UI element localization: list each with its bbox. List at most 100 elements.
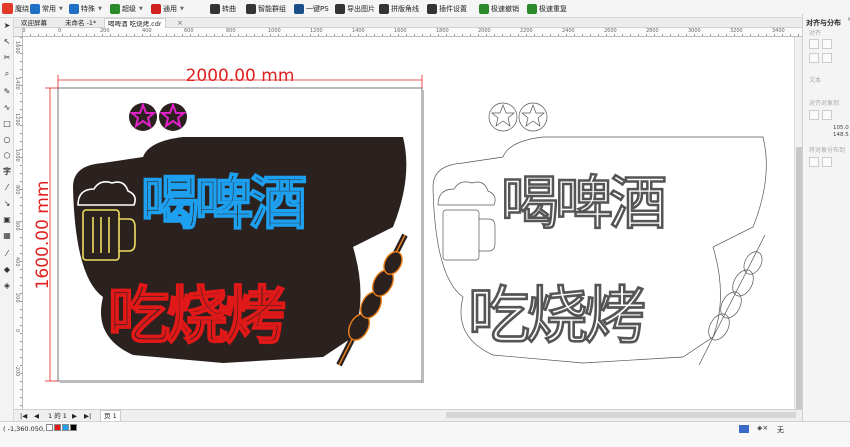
dropdown-arrow-icon[interactable]: ▼ xyxy=(139,6,143,12)
align-y-value[interactable]: 148.5 xyxy=(833,132,849,138)
align-to-edge-icon[interactable] xyxy=(822,110,832,120)
swatch-none[interactable] xyxy=(46,424,53,431)
toolbar-item-4[interactable]: 转曲 xyxy=(210,3,236,15)
dropdown-arrow-icon[interactable]: ▼ xyxy=(59,6,63,12)
toolbar-item-label: 插件设置 xyxy=(439,5,467,13)
fill-none-icon[interactable]: ◈× xyxy=(757,424,768,432)
page-shadow-bottom xyxy=(60,381,424,383)
shadow-tool-icon[interactable]: ▣ xyxy=(1,214,13,226)
toolbar-item-0[interactable]: 常用 ▼ xyxy=(30,3,63,15)
polygon-tool-icon[interactable]: ⬡ xyxy=(1,150,13,162)
vertical-ruler[interactable]: 1600 1400 1200 1000 800 600 400 200 0 -200 xyxy=(14,37,23,409)
rectangle-tool-icon[interactable]: □ xyxy=(1,118,13,130)
last-page-icon[interactable]: ▶| xyxy=(84,411,91,421)
ellipse-tool-icon[interactable]: ○ xyxy=(1,134,13,146)
vertical-scrollbar[interactable] xyxy=(794,37,802,427)
ruler-h-label: 800 xyxy=(226,28,236,34)
special-icon xyxy=(69,4,79,14)
ruler-v-label: 1600 xyxy=(14,41,20,54)
toolbar-item-3[interactable]: 通用 ▼ xyxy=(151,3,184,15)
tab-welcome[interactable]: 欢迎屏幕 xyxy=(18,18,50,28)
super-icon xyxy=(110,4,120,14)
panel-section-distribute: 将对象分布到 xyxy=(809,147,846,154)
swatch-blue[interactable] xyxy=(62,424,69,431)
shape-tool-icon[interactable]: ↖ xyxy=(1,36,13,48)
distribute-selection-icon[interactable] xyxy=(822,157,832,167)
ruler-v-label: 1000 xyxy=(14,149,20,162)
drawing-canvas[interactable]: 2000.00 mm 1600.00 mm 喝啤酒 吃烧烤 喝啤酒 吃烧烤 xyxy=(23,37,794,409)
page-info: 1 的 1 xyxy=(48,412,67,420)
beer-title-text: 喝啤酒 xyxy=(141,169,306,237)
align-center-icon[interactable] xyxy=(822,39,832,49)
tab-current-document[interactable]: 喝啤酒 吃烧烤.cdr xyxy=(104,18,166,28)
dropdown-arrow-icon[interactable]: ▼ xyxy=(180,6,184,12)
zoom-tool-icon[interactable]: ⌕ xyxy=(1,68,13,80)
ruler-h-label: 1200 xyxy=(310,28,323,34)
toolbar-item-9[interactable]: 插件设置 xyxy=(427,3,467,15)
freehand-tool-icon[interactable]: ✎ xyxy=(1,86,13,98)
crop-tool-icon[interactable]: ✂ xyxy=(1,52,13,64)
ruler-origin[interactable] xyxy=(14,28,23,37)
canvas-svg: 2000.00 mm 1600.00 mm 喝啤酒 吃烧烤 喝啤酒 吃烧烤 xyxy=(33,66,767,383)
fill-tool-icon[interactable]: ◆ xyxy=(1,264,13,276)
eyedropper-tool-icon[interactable]: ⁄ xyxy=(1,248,13,260)
outline-mug xyxy=(442,209,480,261)
toolbar-item-8[interactable]: 拼版角线 xyxy=(379,3,419,15)
fill-label: 无 xyxy=(777,426,784,434)
width-dimension-label: 2000.00 mm xyxy=(186,66,295,86)
select-tool-icon[interactable]: ➤ xyxy=(1,20,13,32)
toolbar-item-6[interactable]: 一键PS xyxy=(294,3,329,15)
bbq-title-text: 吃烧烤 xyxy=(108,279,285,352)
horizontal-scrollbar[interactable] xyxy=(446,412,796,418)
toolbar-item-label: 拼版角线 xyxy=(391,5,419,13)
align-left-icon[interactable] xyxy=(809,39,819,49)
page-shadow-right xyxy=(422,90,424,383)
outline-mug-handle xyxy=(479,218,496,252)
swatch-red[interactable] xyxy=(54,424,61,431)
align-bottom-icon[interactable] xyxy=(822,53,832,63)
align-top-icon[interactable] xyxy=(809,53,819,63)
color-artwork: 喝啤酒 吃烧烤 xyxy=(73,102,408,367)
ruler-v-label: 0 xyxy=(14,329,20,333)
swatch-black[interactable] xyxy=(70,424,77,431)
ruler-h-label: 3200 xyxy=(730,28,743,34)
outline-skewer-stick xyxy=(698,234,766,366)
ruler-h-label: 2000 xyxy=(478,28,491,34)
ruler-h-label: 1000 xyxy=(268,28,281,34)
tab-untitled[interactable]: 未命名 -1* xyxy=(62,18,99,28)
artistic-media-icon[interactable]: ∿ xyxy=(1,102,13,114)
close-tab-icon[interactable]: × xyxy=(177,19,183,27)
status-bar: ( -1,360.050, -401.6... ◈× 无 xyxy=(0,421,850,447)
smart-fill-icon[interactable]: ◈ xyxy=(1,280,13,292)
toolbar-item-label: 智能群组 xyxy=(258,5,286,13)
toolbar-item-10[interactable]: 极速撤销 xyxy=(479,3,519,15)
toolbar-item-2[interactable]: 超级 ▼ xyxy=(110,3,143,15)
ruler-h-label: 1600 xyxy=(394,28,407,34)
transparency-tool-icon[interactable]: ▦ xyxy=(1,230,13,242)
toolbar-item-5[interactable]: 智能群组 xyxy=(246,3,286,15)
parallel-dim-icon[interactable]: ⁄ xyxy=(1,182,13,194)
toolbar-item-label: 转曲 xyxy=(222,5,236,13)
connector-tool-icon[interactable]: ↘ xyxy=(1,198,13,210)
curve-icon xyxy=(210,4,220,14)
settings-icon xyxy=(427,4,437,14)
horizontal-ruler[interactable]: 2000200400600800100012001400160018002000… xyxy=(14,28,802,37)
fill-indicator-icon[interactable] xyxy=(739,425,749,433)
text-tool-icon[interactable]: 字 xyxy=(1,166,13,178)
prev-page-icon[interactable]: ◀ xyxy=(34,411,39,421)
dropdown-arrow-icon[interactable]: ▼ xyxy=(98,6,102,12)
align-x-value[interactable]: 105.0 xyxy=(833,125,849,131)
first-page-icon[interactable]: |◀ xyxy=(20,411,27,421)
outline-artwork: 喝啤酒 吃烧烤 xyxy=(432,102,767,366)
crop-mark-icon xyxy=(379,4,389,14)
toolbar-item-7[interactable]: 导出图片 xyxy=(335,3,375,15)
ps-icon xyxy=(294,4,304,14)
toolbar-item-label: 常用 xyxy=(42,5,56,13)
align-to-page-icon[interactable] xyxy=(809,110,819,120)
toolbar-item-label: 极速重复 xyxy=(539,5,567,13)
toolbar-item-1[interactable]: 特殊 ▼ xyxy=(69,3,102,15)
panel-title: 对齐与分布 xyxy=(806,19,841,27)
toolbar-item-11[interactable]: 极速重复 xyxy=(527,3,567,15)
distribute-page-icon[interactable] xyxy=(809,157,819,167)
next-page-icon[interactable]: ▶ xyxy=(72,411,77,421)
